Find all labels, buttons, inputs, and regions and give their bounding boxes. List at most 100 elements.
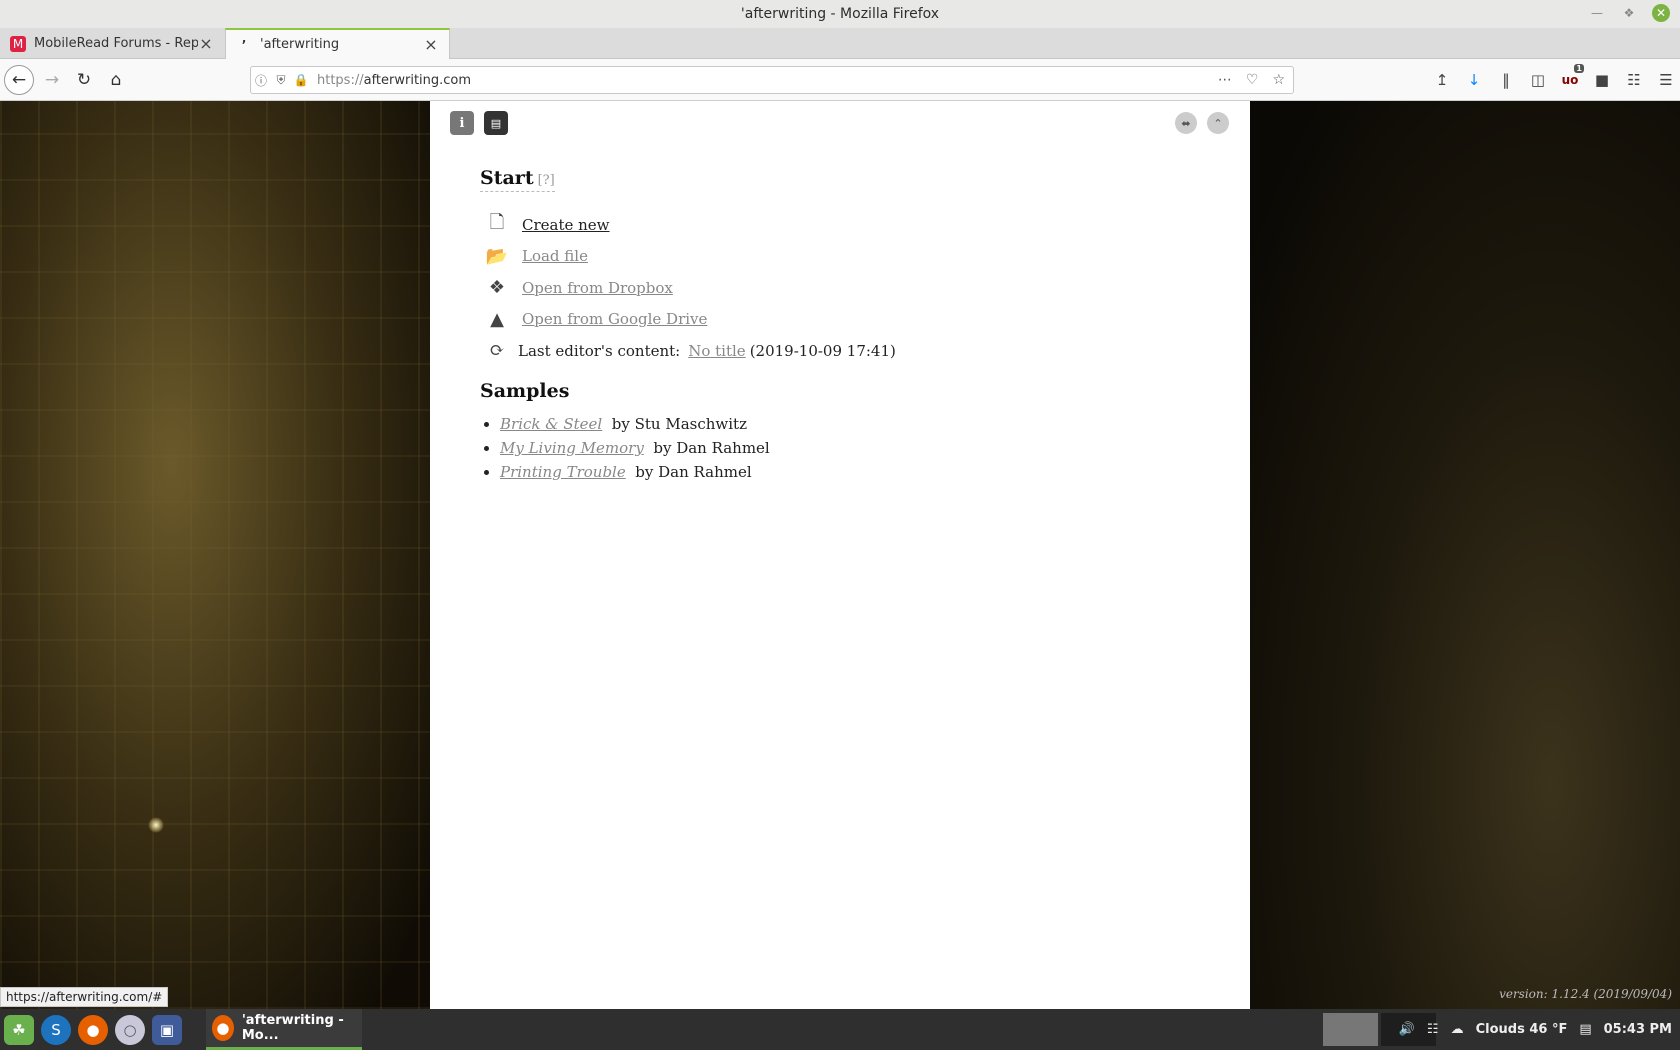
- list-item: Printing Trouble by Dan Rahmel: [500, 463, 770, 487]
- sample-author: by Dan Rahmel: [653, 439, 770, 457]
- open-folder-button[interactable]: ▤: [484, 111, 508, 135]
- action-google-drive: ▲ Open from Google Drive: [482, 304, 896, 336]
- google-drive-icon: ▲: [490, 308, 504, 330]
- action-dropbox: ❖ Open from Dropbox: [482, 272, 896, 304]
- workspace-1[interactable]: [1323, 1013, 1378, 1046]
- create-new-link[interactable]: Create new: [522, 216, 610, 234]
- file-icon: 🗋: [489, 211, 505, 233]
- save-page-icon[interactable]: ↥: [1428, 66, 1456, 94]
- folder-open-icon: 📂: [485, 245, 509, 267]
- sample-link[interactable]: Printing Trouble: [500, 463, 626, 481]
- back-arrow-icon: ←: [11, 70, 27, 90]
- minimize-icon[interactable]: —: [1588, 4, 1606, 22]
- firefox-launcher-icon[interactable]: ●: [78, 1014, 108, 1045]
- forward-arrow-icon: →: [44, 70, 60, 90]
- horizontal-arrows-icon: ⬌: [1181, 116, 1191, 130]
- lock-icon[interactable]: 🔒: [291, 73, 311, 87]
- ublock-icon[interactable]: uo 1: [1556, 64, 1584, 94]
- action-create-new: 🗋 Create new: [482, 209, 896, 241]
- hamburger-menu-icon[interactable]: ☰: [1652, 66, 1680, 94]
- page-actions-icon[interactable]: ⋯: [1218, 72, 1232, 88]
- close-window-icon[interactable]: ✕: [1652, 4, 1670, 22]
- home-icon: ⌂: [110, 70, 122, 90]
- action-last-content: ⟳ Last editor's content: No title (2019-…: [482, 335, 896, 367]
- tab-afterwriting[interactable]: ’ 'afterwriting ×: [225, 28, 450, 59]
- dropbox-icon: ❖: [488, 277, 506, 299]
- forward-button[interactable]: →: [38, 66, 66, 94]
- open-dropbox-link[interactable]: Open from Dropbox: [522, 279, 673, 297]
- globe-launcher-icon[interactable]: ○: [115, 1014, 145, 1045]
- main-panel: i ▤ ⬌ ⌃ Start [?] 🗋 Create new 📂 Load fil…: [430, 101, 1250, 1009]
- firefox-icon: ●: [212, 1015, 234, 1041]
- samples-heading: Samples: [480, 380, 570, 402]
- pocket-icon[interactable]: ♡: [1246, 72, 1259, 88]
- weather-icon[interactable]: ☁: [1451, 1022, 1464, 1037]
- clipboard-icon[interactable]: ▤: [1579, 1022, 1591, 1037]
- library-icon[interactable]: ‖: [1492, 66, 1520, 94]
- page-content: i ▤ ⬌ ⌃ Start [?] 🗋 Create new 📂 Load fil…: [0, 101, 1680, 1009]
- load-file-link[interactable]: Load file: [522, 247, 588, 265]
- reload-button[interactable]: ↻: [70, 66, 98, 94]
- extension-menu-icon[interactable]: ☷: [1620, 66, 1648, 94]
- downloads-icon[interactable]: ↓: [1460, 66, 1488, 94]
- taskbar-window-title: 'afterwriting - Mo...: [241, 1013, 344, 1043]
- taskbar-window-firefox[interactable]: ● 'afterwriting - Mo...: [206, 1009, 362, 1050]
- simplenote-icon[interactable]: S: [41, 1014, 71, 1045]
- sample-link[interactable]: My Living Memory: [500, 439, 644, 457]
- action-load-file: 📂 Load file: [482, 241, 896, 273]
- tab-close-icon[interactable]: ×: [198, 34, 214, 53]
- chevron-up-icon: ⌃: [1213, 116, 1223, 130]
- samples-list: Brick & Steel by Stu Maschwitz My Living…: [500, 415, 770, 487]
- list-item: My Living Memory by Dan Rahmel: [500, 439, 770, 463]
- network-icon[interactable]: ☷: [1427, 1022, 1439, 1037]
- sample-author: by Dan Rahmel: [635, 463, 752, 481]
- info-icon: i: [459, 115, 465, 131]
- tracking-shield-icon[interactable]: ⛨: [271, 73, 291, 88]
- screenshot-launcher-icon[interactable]: ▣: [152, 1014, 182, 1045]
- sync-icon: ⟳: [489, 340, 505, 362]
- toolbar-right: ↥ ↓ ‖ ◫ uo 1 ■ ☷ ☰: [1428, 64, 1680, 94]
- tab-mobileread[interactable]: M MobileRead Forums - Reply to ×: [0, 28, 224, 59]
- bookmark-star-icon[interactable]: ☆: [1272, 72, 1285, 88]
- tab-title: 'afterwriting: [260, 37, 340, 52]
- background-lamp: [148, 817, 164, 833]
- start-heading: Start [?]: [480, 167, 555, 192]
- maximize-icon[interactable]: ❖: [1620, 4, 1638, 22]
- url-bar[interactable]: ⓘ ⛨ 🔒 https://afterwriting.com ⋯ ♡ ☆: [250, 66, 1294, 94]
- window-titlebar: 'afterwriting - Mozilla Firefox — ❖ ✕: [0, 0, 1680, 28]
- list-item: Brick & Steel by Stu Maschwitz: [500, 415, 770, 439]
- url-text[interactable]: https://afterwriting.com: [317, 73, 1218, 88]
- info-circle-icon[interactable]: ⓘ: [251, 72, 271, 89]
- extension-mask-icon[interactable]: ■: [1588, 66, 1616, 94]
- last-content-link[interactable]: No title: [688, 342, 745, 360]
- weather-text[interactable]: Clouds 46 °F: [1476, 1022, 1568, 1037]
- tab-title: MobileRead Forums - Reply to: [34, 36, 198, 51]
- mobileread-icon: M: [10, 35, 26, 52]
- info-button[interactable]: i: [450, 111, 474, 135]
- start-actions: 🗋 Create new 📂 Load file ❖ Open from Dro…: [482, 209, 896, 367]
- mint-menu-icon[interactable]: ☘: [4, 1014, 34, 1045]
- afterwriting-icon: ’: [241, 37, 247, 52]
- back-button[interactable]: ←: [4, 65, 34, 95]
- window-controls: — ❖ ✕: [1588, 4, 1670, 22]
- volume-icon[interactable]: 🔊: [1399, 1022, 1415, 1037]
- open-google-drive-link[interactable]: Open from Google Drive: [522, 310, 707, 328]
- navigation-toolbar: ← → ↻ ⌂ ⓘ ⛨ 🔒 https://afterwriting.com ⋯…: [0, 59, 1680, 101]
- tab-close-icon[interactable]: ×: [423, 35, 439, 54]
- expand-width-button[interactable]: ⬌: [1175, 112, 1197, 134]
- home-button[interactable]: ⌂: [102, 66, 130, 94]
- sidebar-icon[interactable]: ◫: [1524, 66, 1552, 94]
- version-label: version: 1.12.4 (2019/09/04): [1499, 987, 1672, 1001]
- status-url-tooltip: https://afterwriting.com/#: [0, 987, 169, 1007]
- last-content-label: Last editor's content:: [518, 341, 681, 360]
- tab-strip: M MobileRead Forums - Reply to × ’ 'afte…: [0, 28, 1680, 59]
- collapse-button[interactable]: ⌃: [1207, 112, 1229, 134]
- sample-author: by Stu Maschwitz: [611, 415, 747, 433]
- last-content-date: (2019-10-09 17:41): [749, 341, 896, 360]
- reload-icon: ↻: [76, 70, 92, 90]
- clock[interactable]: 05:43 PM: [1604, 1022, 1672, 1037]
- window-title: 'afterwriting - Mozilla Firefox: [740, 6, 940, 22]
- background-photo-right: [1250, 101, 1680, 1009]
- help-link[interactable]: [?]: [538, 173, 555, 188]
- sample-link[interactable]: Brick & Steel: [500, 415, 602, 433]
